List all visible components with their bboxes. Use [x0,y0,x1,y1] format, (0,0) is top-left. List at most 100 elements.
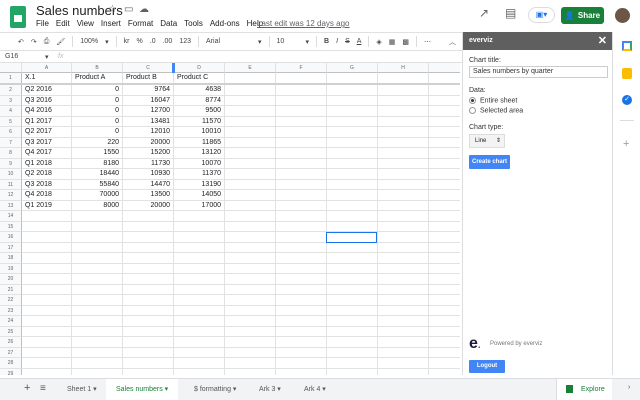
grid-cell[interactable] [276,316,327,327]
add-sheet-icon[interactable]: + [24,382,30,394]
grid-cell[interactable] [225,316,276,327]
grid-cell[interactable] [378,305,429,316]
grid-cell[interactable] [378,274,429,285]
column-header[interactable]: G [327,63,378,73]
grid-cell[interactable] [327,242,378,253]
grid-cell[interactable] [276,284,327,295]
grid-cell[interactable] [276,73,327,84]
column-header[interactable]: A [22,63,72,73]
sheet-tab[interactable]: Ark 3 ▾ [249,379,291,400]
grid-cell[interactable]: 220 [72,137,123,148]
more-button[interactable]: ⋯ [424,38,431,46]
row-header[interactable]: 19 [0,263,22,274]
row-header[interactable]: 23 [0,305,22,316]
grid-cell[interactable] [174,274,225,285]
sheet-tab[interactable]: Sales numbers ▾ [106,379,179,400]
grid-cell[interactable] [72,242,123,253]
sheet-tab[interactable]: Ark 4 ▾ [294,379,336,400]
grid-cell[interactable]: Q3 2017 [22,137,72,148]
zoom-select[interactable]: 100% [80,38,98,45]
grid-cell[interactable]: 13120 [174,148,225,159]
grid-cell[interactable] [22,263,72,274]
grid-cell[interactable] [22,358,72,369]
star-icon[interactable]: ☆ [108,4,123,15]
grid-cell[interactable] [225,85,276,96]
row-header[interactable]: 2 [0,85,22,96]
grid-cell[interactable] [276,221,327,232]
explore-button[interactable]: Explore [556,379,612,400]
grid-cell[interactable] [429,306,460,316]
undo-icon[interactable]: ↶ [18,38,24,46]
menu-add-ons[interactable]: Add-ons [210,19,240,28]
grid-cell[interactable]: 12700 [123,106,174,117]
menu-view[interactable]: View [77,19,94,28]
grid-cell[interactable] [72,284,123,295]
menu-insert[interactable]: Insert [101,19,121,28]
grid-cell[interactable]: 9764 [123,85,174,96]
grid-cell[interactable] [429,73,460,84]
grid-cell[interactable] [174,337,225,348]
grid-cell[interactable] [174,232,225,243]
grid-cell[interactable] [225,200,276,211]
grid-cell[interactable] [327,73,378,84]
grid-cell[interactable] [429,243,460,253]
row-header[interactable]: 7 [0,137,22,148]
row-header[interactable]: 15 [0,221,22,232]
grid-cell[interactable] [378,116,429,127]
column-header[interactable] [429,63,460,73]
redo-icon[interactable]: ↷ [31,38,37,46]
grid-cell[interactable] [327,190,378,201]
grid-cell[interactable] [429,127,460,138]
grid-cell[interactable] [429,211,460,222]
row-header[interactable]: 10 [0,169,22,180]
activity-icon[interactable]: ↗ [479,6,489,20]
grid-cell[interactable] [327,337,378,348]
grid-cell[interactable] [327,211,378,222]
grid-cell[interactable] [327,169,378,180]
grid-cell[interactable]: Q3 2016 [22,95,72,106]
grid-cell[interactable] [174,368,225,375]
grid-cell[interactable]: Q2 2016 [22,85,72,96]
calendar-icon[interactable] [622,41,632,51]
grid-cell[interactable] [378,284,429,295]
grid-cell[interactable] [429,348,460,358]
grid-cell[interactable] [22,242,72,253]
grid-cell[interactable] [225,137,276,148]
grid-cell[interactable] [22,347,72,358]
row-header[interactable]: 12 [0,190,22,201]
grid-cell[interactable]: Q1 2017 [22,116,72,127]
grid-cell[interactable] [123,305,174,316]
paint-format-icon[interactable]: 🖌 [56,38,65,46]
grid-cell[interactable] [276,190,327,201]
grid-cell[interactable] [327,116,378,127]
add-addon-icon[interactable]: + [623,138,629,150]
grid-cell[interactable] [72,305,123,316]
grid-cell[interactable] [276,211,327,222]
grid-cell[interactable] [225,211,276,222]
grid-cell[interactable] [174,305,225,316]
column-header[interactable]: B [72,63,123,73]
grid-cell[interactable] [327,295,378,306]
grid-cell[interactable] [276,106,327,117]
grid-cell[interactable] [327,347,378,358]
grid-cell[interactable] [174,263,225,274]
row-header[interactable]: 14 [0,211,22,222]
grid-cell[interactable] [429,316,460,327]
grid-cell[interactable] [429,148,460,159]
grid-cell[interactable]: Product A [72,73,123,84]
dropdown-icon[interactable]: ▾ [165,386,169,393]
grid-cell[interactable] [429,253,460,264]
menu-tools[interactable]: Tools [184,19,203,28]
grid-cell[interactable] [378,73,429,84]
grid-cell[interactable] [327,106,378,117]
grid-cell[interactable] [378,85,429,96]
grid-cell[interactable] [123,274,174,285]
cloud-status-icon[interactable]: ☁ [139,4,155,15]
grid-cell[interactable] [174,347,225,358]
grid-cell[interactable] [225,253,276,264]
grid-cell[interactable] [22,253,72,264]
grid-cell[interactable]: 11865 [174,137,225,148]
grid-cell[interactable] [378,253,429,264]
logout-button[interactable]: Logout [469,360,505,373]
grid-cell[interactable] [327,305,378,316]
